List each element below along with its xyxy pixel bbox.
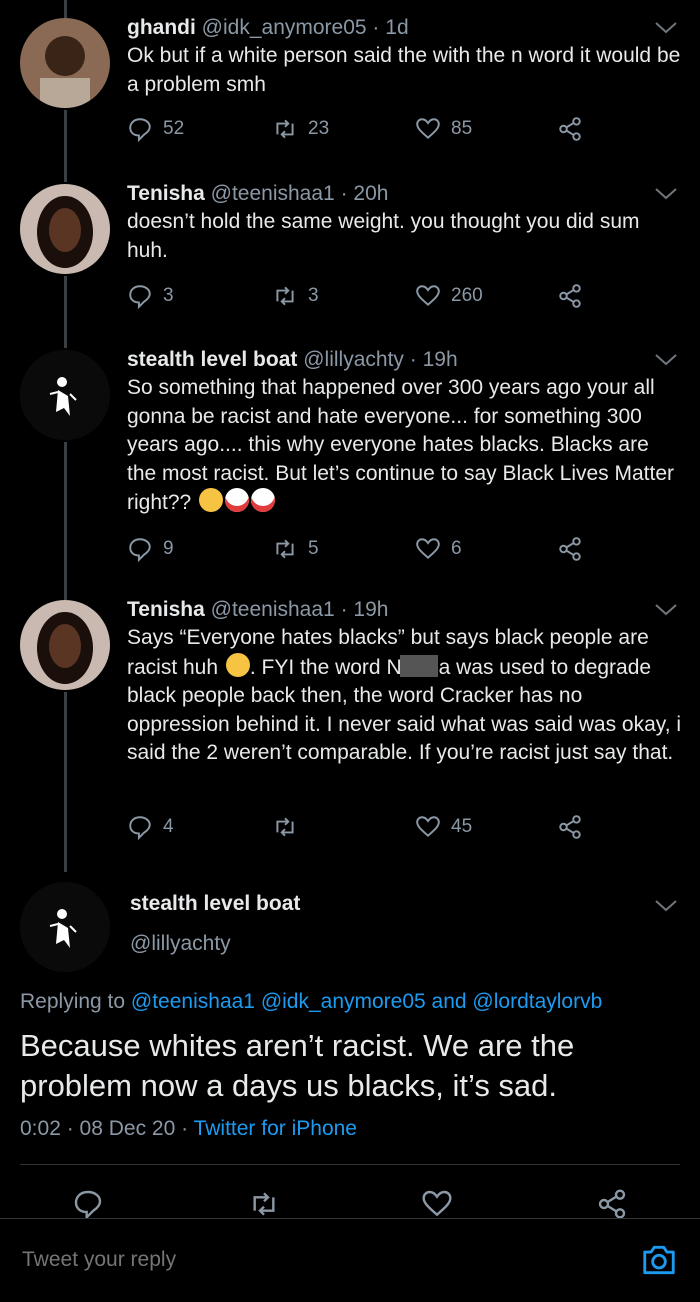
retweet-count: 23 — [308, 118, 330, 139]
author-name[interactable]: ghandi — [127, 16, 196, 39]
author-handle[interactable]: @teenishaa1 — [211, 182, 335, 205]
avatar[interactable] — [20, 184, 110, 274]
heart-icon — [416, 118, 440, 139]
replying-to-links[interactable]: @teenishaa1 @idk_anymore05 and @lordtayl… — [131, 990, 602, 1013]
reply-icon — [129, 285, 151, 309]
tweet-source[interactable]: Twitter for iPhone — [194, 1117, 357, 1140]
camera-icon[interactable] — [640, 1241, 678, 1279]
like-button[interactable]: 260 — [415, 283, 483, 309]
like-button[interactable]: 85 — [415, 116, 472, 142]
avatar[interactable] — [20, 350, 110, 440]
author-handle[interactable]: @lillyachty — [303, 348, 404, 371]
tweet[interactable]: stealth level boat @lillyachty · 19h So … — [0, 346, 700, 576]
clown-emoji — [225, 488, 250, 512]
chevron-down-icon[interactable] — [654, 186, 678, 202]
timestamp: 1d — [385, 16, 409, 39]
share-button[interactable] — [557, 536, 583, 562]
like-count: 260 — [451, 285, 483, 306]
tweet-text: . FYI the word N — [249, 655, 402, 679]
reply-icon — [129, 816, 151, 840]
tweet-actions: 9 5 6 — [127, 536, 597, 566]
reply-count: 9 — [163, 538, 174, 559]
author-handle[interactable]: @teenishaa1 — [211, 598, 335, 621]
share-icon — [559, 815, 581, 839]
like-count: 6 — [451, 538, 462, 559]
heart-icon — [416, 538, 440, 559]
reply-button[interactable]: 3 — [127, 283, 174, 309]
reply-button[interactable]: 4 — [127, 814, 174, 840]
tweet-text: Because whites aren’t racist. We are the… — [20, 1028, 575, 1103]
tweet[interactable]: Tenisha @teenishaa1 · 20h doesn’t hold t… — [0, 180, 700, 330]
share-icon — [559, 117, 581, 141]
chevron-down-icon[interactable] — [654, 352, 678, 368]
share-button[interactable] — [557, 814, 583, 840]
heart-icon — [416, 285, 440, 306]
like-button[interactable]: 6 — [415, 536, 462, 562]
like-button[interactable]: 45 — [415, 814, 472, 840]
replying-to: Replying to @teenishaa1 @idk_anymore05 a… — [20, 990, 603, 1013]
tweet-actions: 4 45 — [127, 814, 597, 844]
timestamp: 20h — [353, 182, 389, 205]
reply-button[interactable]: 52 — [127, 116, 184, 142]
retweet-button[interactable]: 23 — [272, 116, 329, 142]
avatar[interactable] — [20, 882, 110, 972]
retweet-icon — [276, 286, 294, 306]
reply-count: 4 — [163, 816, 174, 837]
share-button[interactable] — [557, 116, 583, 142]
author-name[interactable]: stealth level boat — [127, 348, 297, 371]
heart-icon[interactable] — [421, 1188, 453, 1220]
author-name[interactable]: stealth level boat — [130, 892, 300, 916]
share-icon — [559, 537, 581, 561]
tweet-actions: 3 3 260 — [127, 283, 597, 313]
share-icon — [559, 284, 581, 308]
retweet-icon — [276, 539, 294, 559]
heart-icon — [416, 816, 440, 837]
avatar[interactable] — [20, 600, 110, 690]
author-handle[interactable]: @lillyachty — [130, 932, 231, 956]
clown-emoji — [251, 488, 276, 512]
reply-input[interactable] — [20, 1247, 584, 1273]
retweet-count: 3 — [308, 285, 319, 306]
divider — [20, 1164, 680, 1165]
redaction-block — [399, 654, 438, 677]
like-count: 45 — [451, 816, 473, 837]
focused-tweet: stealth level boat @lillyachty Replying … — [0, 870, 700, 1220]
tweet[interactable]: Tenisha @teenishaa1 · 19h Says “Everyone… — [0, 596, 700, 856]
author-handle[interactable]: @idk_anymore05 — [202, 16, 367, 39]
author-name[interactable]: Tenisha — [127, 598, 205, 621]
chevron-down-icon[interactable] — [654, 20, 678, 36]
thinking-emoji — [225, 652, 250, 677]
reply-icon — [129, 118, 151, 142]
timestamp: 19h — [353, 598, 389, 621]
avatar[interactable] — [20, 18, 110, 108]
tweet-text: Ok but if a white person said the with t… — [127, 44, 681, 96]
retweet-button[interactable]: 3 — [272, 283, 319, 309]
reply-icon — [129, 538, 151, 562]
retweet-count: 5 — [308, 538, 319, 559]
tweet[interactable]: ghandi @idk_anymore05 · 1d Ok but if a w… — [0, 14, 700, 164]
retweet-button[interactable] — [272, 814, 308, 840]
reply-icon[interactable] — [72, 1188, 104, 1220]
rofl-emoji — [199, 488, 224, 512]
share-button[interactable] — [557, 283, 583, 309]
chevron-down-icon[interactable] — [654, 898, 678, 914]
tweet-text: doesn’t hold the same weight. you though… — [127, 210, 640, 262]
tweet-actions: 52 23 85 — [127, 116, 597, 146]
chevron-down-icon[interactable] — [654, 602, 678, 618]
author-name[interactable]: Tenisha — [127, 182, 205, 205]
tweet-date: 08 Dec 20 — [79, 1117, 176, 1140]
retweet-button[interactable]: 5 — [272, 536, 319, 562]
tweet-meta: 0:02 · 08 Dec 20 · Twitter for iPhone — [20, 1117, 357, 1140]
retweet-icon[interactable] — [248, 1188, 280, 1220]
reply-count: 52 — [163, 118, 185, 139]
retweet-icon — [276, 817, 294, 837]
retweet-icon — [276, 119, 294, 139]
reply-button[interactable]: 9 — [127, 536, 174, 562]
tweet-time: 0:02 — [20, 1117, 61, 1140]
timestamp: 19h — [422, 348, 458, 371]
like-count: 85 — [451, 118, 473, 139]
share-icon[interactable] — [596, 1188, 628, 1220]
reply-count: 3 — [163, 285, 174, 306]
reply-composer — [0, 1218, 700, 1302]
